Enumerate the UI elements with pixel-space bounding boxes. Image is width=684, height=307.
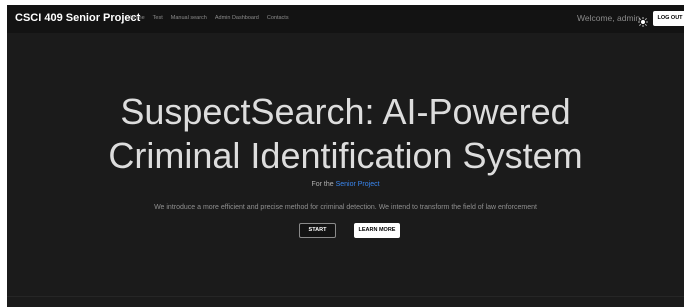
start-button[interactable]: START [299, 223, 336, 238]
hero-title: SuspectSearch: AI-Powered Criminal Ident… [7, 90, 684, 178]
footer-divider [7, 296, 684, 297]
navbar: CSCI 409 Senior Project Home Test Manual… [7, 5, 684, 33]
learn-more-button[interactable]: LEARN MORE [354, 223, 400, 238]
nav-link-test[interactable]: Test [153, 15, 163, 21]
hero-title-line-2: Criminal Identification System [108, 135, 583, 176]
hero-subline: For the Senior Project [7, 181, 684, 188]
senior-project-link[interactable]: Senior Project [336, 181, 380, 188]
page-frame: CSCI 409 Senior Project Home Test Manual… [7, 5, 684, 307]
welcome-text: Welcome, admin [577, 13, 641, 23]
nav-link-contacts[interactable]: Contacts [267, 15, 289, 21]
nav-link-manual-search[interactable]: Manual search [171, 15, 207, 21]
subline-prefix: For the [311, 181, 336, 188]
brand-title[interactable]: CSCI 409 Senior Project [15, 12, 140, 24]
logout-button[interactable]: LOG OUT [653, 11, 684, 26]
hero-description: We introduce a more efficient and precis… [154, 204, 537, 211]
sun-icon[interactable] [638, 14, 649, 28]
nav-links: Home Test Manual search Admin Dashboard … [130, 15, 297, 21]
nav-link-admin-dashboard[interactable]: Admin Dashboard [215, 15, 259, 21]
hero-title-line-1: SuspectSearch: AI-Powered [120, 91, 571, 132]
nav-link-home[interactable]: Home [130, 15, 145, 21]
